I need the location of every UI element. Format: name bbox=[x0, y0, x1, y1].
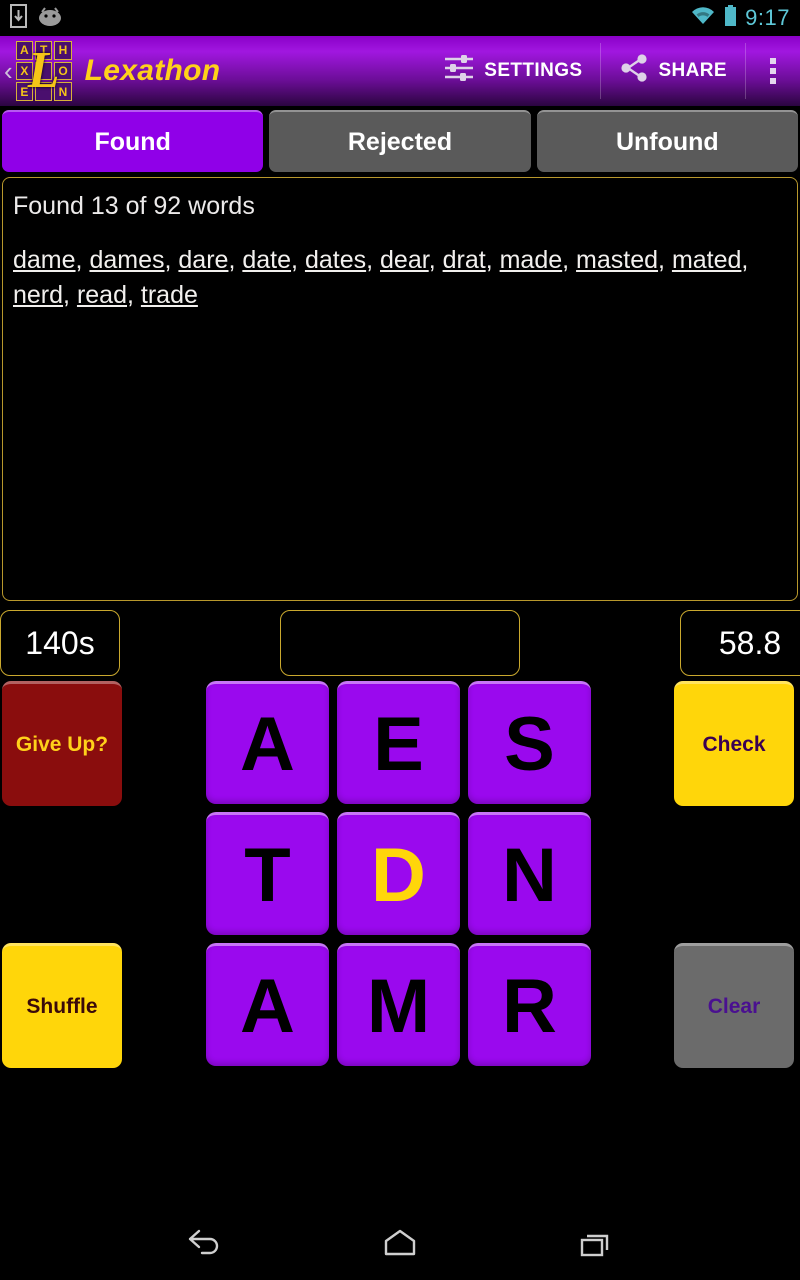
overflow-dot bbox=[770, 78, 776, 84]
letter-tile[interactable]: M bbox=[337, 943, 460, 1066]
word-separator: , bbox=[366, 246, 381, 274]
found-word[interactable]: read bbox=[77, 281, 127, 309]
found-summary: Found 13 of 92 words bbox=[13, 192, 255, 220]
found-word[interactable]: drat bbox=[443, 246, 486, 274]
found-word-list[interactable]: dame, dames, dare, date, dates, dear, dr… bbox=[13, 243, 787, 313]
word-separator: , bbox=[741, 246, 749, 274]
found-word[interactable]: dare bbox=[178, 246, 228, 274]
overflow-dot bbox=[770, 68, 776, 74]
found-word[interactable]: nerd bbox=[13, 281, 63, 309]
word-separator: , bbox=[485, 246, 500, 274]
word-separator: , bbox=[562, 246, 577, 274]
tab-rejected[interactable]: Rejected bbox=[269, 110, 531, 172]
score-display: 58.8 bbox=[680, 610, 800, 676]
clear-button[interactable]: Clear bbox=[674, 943, 794, 1068]
status-bar-left-icons bbox=[10, 3, 63, 33]
home-icon[interactable] bbox=[372, 1216, 428, 1272]
app-screen: 9:17 ‹ A T H X O E N L Lexathon SETTINGS… bbox=[0, 0, 800, 1280]
action-bar-actions: SETTINGS SHARE bbox=[425, 36, 800, 106]
timer-display: 140s bbox=[0, 610, 120, 676]
give-up-button[interactable]: Give Up? bbox=[2, 681, 122, 806]
up-caret-icon[interactable]: ‹ bbox=[0, 58, 15, 84]
settings-button[interactable]: SETTINGS bbox=[425, 43, 600, 99]
status-bar-right-icons: 9:17 bbox=[690, 4, 790, 32]
found-word[interactable]: date bbox=[242, 246, 291, 274]
share-icon bbox=[619, 53, 649, 89]
letter-grid: A E S T D N A M R bbox=[206, 681, 591, 1066]
letter-tile[interactable]: N bbox=[468, 812, 591, 935]
word-separator: , bbox=[291, 246, 305, 274]
stats-row: 140s 58.8 bbox=[0, 610, 800, 676]
lexathon-logo: A T H X O E N L bbox=[15, 40, 73, 102]
word-separator: , bbox=[428, 246, 443, 274]
logo-overlay-letter: L bbox=[27, 42, 60, 99]
letter-tile[interactable]: T bbox=[206, 812, 329, 935]
wifi-icon bbox=[690, 6, 716, 31]
tab-bar: Found Rejected Unfound bbox=[0, 110, 800, 172]
letter-tile-required[interactable]: D bbox=[337, 812, 460, 935]
word-separator: , bbox=[75, 246, 90, 274]
status-bar: 9:17 bbox=[0, 0, 800, 36]
found-word[interactable]: dame bbox=[13, 246, 76, 274]
tab-unfound[interactable]: Unfound bbox=[536, 110, 798, 172]
letter-tile[interactable]: A bbox=[206, 681, 329, 804]
letter-tile[interactable]: E bbox=[337, 681, 460, 804]
action-bar: ‹ A T H X O E N L Lexathon SETTINGS SHAR… bbox=[0, 36, 800, 106]
battery-icon bbox=[724, 4, 737, 32]
found-word[interactable]: masted bbox=[576, 246, 658, 274]
app-title: Lexathon bbox=[84, 54, 221, 87]
letter-tile[interactable]: A bbox=[206, 943, 329, 1066]
settings-label: SETTINGS bbox=[484, 60, 583, 81]
word-separator: , bbox=[228, 246, 243, 274]
shuffle-button[interactable]: Shuffle bbox=[2, 943, 122, 1068]
download-icon bbox=[10, 3, 27, 33]
game-area: Give Up? Shuffle Check Clear A E S T D N… bbox=[0, 681, 800, 1086]
settings-sliders-icon bbox=[443, 53, 475, 89]
status-bar-clock: 9:17 bbox=[745, 5, 790, 30]
found-word[interactable]: dates bbox=[305, 246, 366, 274]
overflow-dot bbox=[770, 58, 776, 64]
word-separator: , bbox=[63, 281, 77, 309]
check-button[interactable]: Check bbox=[674, 681, 794, 806]
letter-tile[interactable]: R bbox=[468, 943, 591, 1066]
word-separator: , bbox=[127, 281, 141, 309]
android-nav-bar bbox=[0, 1208, 800, 1280]
found-word[interactable]: dames bbox=[89, 246, 164, 274]
word-entry-input[interactable] bbox=[280, 610, 520, 676]
recents-icon[interactable] bbox=[568, 1216, 624, 1272]
word-separator: , bbox=[164, 246, 179, 274]
found-word[interactable]: dear bbox=[380, 246, 429, 274]
letter-tile[interactable]: S bbox=[468, 681, 591, 804]
found-word[interactable]: made bbox=[500, 246, 563, 274]
found-word[interactable]: trade bbox=[141, 281, 198, 309]
share-button[interactable]: SHARE bbox=[601, 43, 745, 99]
android-icon bbox=[37, 6, 63, 31]
overflow-menu-icon[interactable] bbox=[746, 43, 800, 99]
back-icon[interactable] bbox=[176, 1216, 232, 1272]
word-separator: , bbox=[658, 246, 672, 274]
found-word[interactable]: mated bbox=[672, 246, 741, 274]
tab-found[interactable]: Found bbox=[2, 110, 264, 172]
share-label: SHARE bbox=[658, 60, 727, 81]
found-words-panel: Found 13 of 92 words dame, dames, dare, … bbox=[2, 177, 798, 601]
